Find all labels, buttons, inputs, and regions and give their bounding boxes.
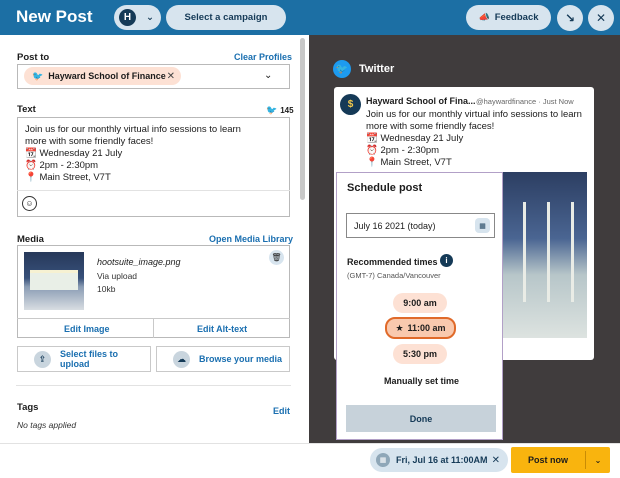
preview-text-line: Join us for our monthly virtual info ses… [366, 109, 582, 120]
page-title: New Post [16, 7, 93, 26]
star-icon: ★ [395, 322, 404, 333]
post-now-button[interactable]: Post now ⌄ [511, 447, 610, 473]
preview-account-name: Hayward School of Fina... [366, 96, 476, 106]
preview-text-line: 📆 Wednesday 21 July [366, 133, 464, 144]
date-value: July 16 2021 (today) [354, 220, 436, 231]
post-text-line: 📆 Wednesday 21 July [25, 148, 123, 159]
tags-label: Tags [17, 402, 39, 413]
profile-chip: 🐦 Hayward School of Finance ✕ [24, 67, 181, 85]
chevron-down-icon[interactable]: ⌄ [264, 70, 272, 81]
preview-text-line: ⏰ 2pm - 2:30pm [366, 145, 440, 156]
cloud-upload-icon: ☁ [173, 350, 190, 368]
campaign-selector[interactable]: Select a campaign [166, 5, 286, 30]
post-text-line: more with some friendly faces! [25, 136, 154, 147]
remove-profile-icon[interactable]: ✕ [167, 71, 175, 82]
text-label: Text [17, 104, 36, 115]
avatar: $ [340, 94, 361, 115]
clear-schedule-icon[interactable]: ✕ [492, 455, 500, 466]
media-label: Media [17, 234, 44, 245]
editor-divider [17, 190, 290, 191]
post-to-label: Post to [17, 52, 50, 63]
time-option[interactable]: 5:30 pm [393, 344, 447, 364]
post-text-line: ⏰ 2pm - 2:30pm [25, 160, 99, 171]
post-text-line: 📍 Main Street, V7T [25, 172, 111, 183]
media-thumbnail [24, 252, 84, 310]
preview-handle: @haywardfinance [476, 97, 537, 106]
info-icon[interactable]: i [440, 254, 453, 267]
selected-time-label: 11:00 am [407, 323, 446, 333]
twitter-icon: 🐦 [333, 60, 351, 78]
preview-handle-time: @haywardfinance · Just Now [476, 97, 574, 106]
feedback-button[interactable]: 📣 Feedback [466, 5, 551, 30]
clear-profiles-link[interactable]: Clear Profiles [234, 52, 292, 62]
date-input[interactable]: July 16 2021 (today) ▦ [346, 213, 495, 238]
media-button-divider [153, 318, 154, 338]
media-source: Via upload [97, 271, 138, 281]
scheduled-time-chip[interactable]: ▦ Fri, Jul 16 at 11:00AM ✕ [370, 448, 508, 472]
post-now-label: Post now [528, 455, 568, 465]
chevron-down-icon: ⌄ [146, 12, 154, 23]
open-media-library-link[interactable]: Open Media Library [209, 234, 293, 244]
preview-network-header: 🐦 Twitter [333, 60, 394, 78]
emoji-picker-icon[interactable]: ☺ [22, 196, 37, 211]
feedback-label: Feedback [494, 12, 539, 23]
edit-image-button[interactable]: Edit Image [64, 324, 110, 334]
time-option[interactable]: 9:00 am [393, 293, 447, 313]
timezone-label: (GMT-7) Canada/Vancouver [347, 271, 441, 280]
select-files-button[interactable]: ⇪ Select files to upload [17, 346, 151, 372]
megaphone-icon: 📣 [478, 12, 490, 22]
trash-icon[interactable]: 🗑 [269, 250, 284, 265]
twitter-icon: 🐦 [32, 70, 44, 81]
preview-text-line: more with some friendly faces! [366, 121, 495, 132]
scheduled-time-label: Fri, Jul 16 at 11:00AM [396, 455, 488, 465]
character-counter: 🐦 145 [266, 105, 294, 116]
time-option-selected[interactable]: ★ 11:00 am [385, 317, 456, 339]
close-button[interactable]: ✕ [588, 5, 614, 31]
preview-image [503, 172, 587, 338]
scrollbar[interactable] [300, 38, 305, 200]
upload-icon: ⇪ [34, 350, 51, 368]
edit-tags-link[interactable]: Edit [273, 406, 290, 416]
done-button[interactable]: Done [346, 405, 496, 432]
calendar-icon: ▦ [376, 453, 390, 467]
schedule-title: Schedule post [347, 182, 423, 194]
chevron-down-icon[interactable]: ⌄ [586, 456, 610, 465]
arrow-down-right-icon: ↘ [564, 11, 576, 25]
preview-text-line: 📍 Main Street, V7T [366, 157, 452, 168]
browse-media-button[interactable]: ☁ Browse your media [156, 346, 290, 372]
char-count: 145 [280, 106, 294, 115]
section-divider [16, 385, 291, 386]
recommended-times-label: Recommended times [347, 257, 438, 267]
media-size: 10kb [97, 284, 116, 294]
minimize-button[interactable]: ↘ [557, 5, 583, 31]
edit-alt-text-button[interactable]: Edit Alt-text [197, 324, 247, 334]
tags-empty-text: No tags applied [17, 420, 77, 430]
calendar-icon[interactable]: ▦ [475, 218, 490, 233]
org-logo-icon: H [119, 9, 136, 26]
media-file-name: hootsuite_image.png [97, 257, 181, 267]
twitter-icon: 🐦 [266, 105, 278, 115]
post-text-line: Join us for our monthly virtual info ses… [25, 124, 241, 135]
profile-chip-label: Hayward School of Finance [48, 71, 166, 81]
browse-media-label: Browse your media [199, 354, 283, 364]
org-selector[interactable]: H ⌄ [114, 5, 161, 30]
manually-set-time-link[interactable]: Manually set time [384, 376, 459, 386]
preview-network-label: Twitter [359, 63, 395, 75]
select-files-label: Select files to upload [60, 349, 119, 369]
close-icon: ✕ [595, 11, 607, 25]
preview-time: Just Now [542, 97, 574, 106]
